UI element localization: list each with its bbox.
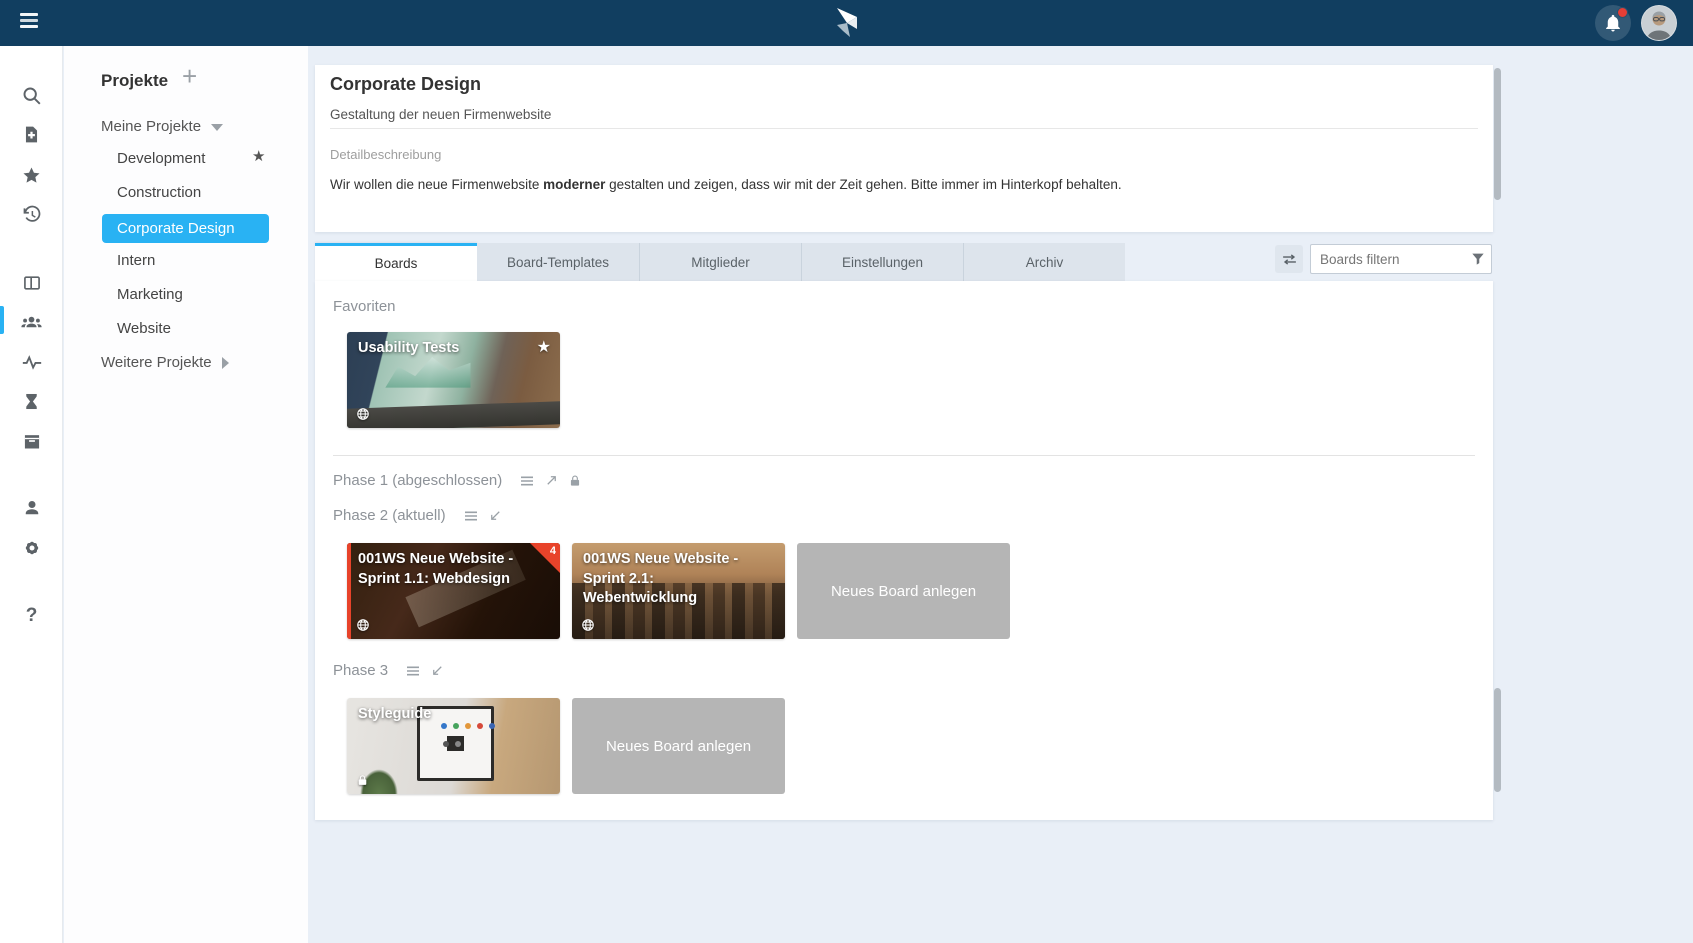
tab-mitglieder[interactable]: Mitglieder [639,243,801,281]
menu-lines-icon[interactable] [463,508,479,524]
tab-boards[interactable]: Boards [315,243,477,281]
tab-archiv[interactable]: Archiv [963,243,1125,281]
board-title: 001WS Neue Website - Sprint 1.1: Webdesi… [358,550,530,589]
tab-label: Mitglieder [691,255,750,270]
icon-rail: ? [0,46,63,943]
group-weitere-projekte[interactable]: Weitere Projekte [101,354,229,371]
add-project-icon[interactable]: + [182,63,197,89]
section-phase-1: Phase 1 (abgeschlossen) [333,472,582,489]
description-post: gestalten und zeigen, dass wir mit der Z… [605,177,1121,192]
app-root: { "colors": { "accent": "#29b2f3", "topb… [0,0,1693,943]
project-star-icon[interactable]: ★ [252,147,265,165]
divider [330,128,1478,129]
lock-icon [356,774,369,787]
project-header-panel: Corporate Design Gestaltung der neuen Fi… [315,65,1493,232]
description-pre: Wir wollen die neue Firmenwebsite [330,177,543,192]
tab-einstellungen[interactable]: Einstellungen [801,243,963,281]
activity-pulse-icon[interactable] [0,350,63,374]
globe-icon [356,407,370,421]
history-icon[interactable] [0,202,63,226]
notification-badge [1617,7,1628,18]
new-board-label: Neues Board anlegen [606,738,751,755]
section-phase-3: Phase 3 [333,662,445,679]
sidebar-item-construction[interactable]: Construction [117,184,201,201]
menu-icon[interactable] [20,13,44,33]
description-bold: moderner [543,177,605,192]
globe-icon [581,618,595,632]
board-card-sprint-2-1[interactable]: 001WS Neue Website - Sprint 2.1: Webentw… [572,543,785,639]
tabs: Boards Board-Templates Mitglieder Einste… [315,243,1125,281]
new-board-button[interactable]: Neues Board anlegen [572,698,785,794]
boards-panel: Favoriten Usability Tests ★ Phase 1 (abg… [315,281,1493,820]
section-favoriten: Favoriten [333,298,396,315]
tab-board-templates[interactable]: Board-Templates [477,243,639,281]
sidebar-item-intern[interactable]: Intern [117,252,155,269]
adjust-sliders-icon[interactable] [1275,245,1303,273]
new-board-label: Neues Board anlegen [831,583,976,600]
add-document-icon[interactable] [0,122,63,146]
board-card-styleguide[interactable]: Styleguide [347,698,560,794]
app-logo-pin-icon[interactable] [834,7,860,39]
board-card-sprint-1-1[interactable]: 001WS Neue Website - Sprint 1.1: Webdesi… [347,543,560,639]
section-title: Favoriten [333,298,396,315]
section-phase-2: Phase 2 (aktuell) [333,507,503,524]
tab-label: Board-Templates [507,255,609,270]
group-label: Weitere Projekte [101,354,212,371]
card-color-stripe [347,543,351,639]
tab-strip: Boards Board-Templates Mitglieder Einste… [315,243,1493,281]
profile-person-icon[interactable] [0,496,63,520]
detail-description-text: Wir wollen die neue Firmenwebsite modern… [330,175,1473,195]
scrollbar-thumb[interactable] [1494,688,1501,792]
pending-hourglass-icon[interactable] [0,389,63,413]
favorites-star-icon[interactable] [0,163,63,187]
page-subtitle: Gestaltung der neuen Firmenwebsite [330,107,551,122]
sidebar-item-corporate-design[interactable]: Corporate Design [102,214,269,243]
section-title: Phase 2 (aktuell) [333,507,446,524]
user-avatar[interactable] [1641,5,1677,41]
projects-title: Projekte [101,71,168,91]
count-badge: 4 [530,543,560,573]
expand-diagonal-icon[interactable] [544,473,559,488]
tab-label: Einstellungen [842,255,923,270]
sidebar-item-website[interactable]: Website [117,320,171,337]
tab-label: Archiv [1026,255,1064,270]
detail-description-label: Detailbeschreibung [330,147,441,162]
funnel-icon[interactable] [1470,251,1486,267]
board-title: Usability Tests [358,339,530,359]
lock-icon [568,474,582,488]
section-title: Phase 3 [333,662,388,679]
menu-lines-icon[interactable] [519,473,535,489]
group-meine-projekte[interactable]: Meine Projekte [101,118,223,135]
sidebar-item-development[interactable]: Development [117,150,205,167]
section-title: Phase 1 (abgeschlossen) [333,472,502,489]
board-card-usability-tests[interactable]: Usability Tests ★ [347,332,560,428]
collapse-diagonal-icon[interactable] [430,663,445,678]
chevron-right-icon [222,357,229,369]
team-users-icon[interactable] [0,310,63,334]
globe-icon [356,618,370,632]
menu-lines-icon[interactable] [405,663,421,679]
collapse-diagonal-icon[interactable] [488,508,503,523]
filter-input-wrap [1310,244,1492,274]
group-label: Meine Projekte [101,118,201,135]
notifications-bell-icon[interactable] [1595,5,1631,41]
favorite-star-icon[interactable]: ★ [537,337,551,357]
tab-label: Boards [375,256,418,271]
boards-filter-input[interactable] [1310,244,1492,274]
board-title: Styleguide [358,705,530,725]
divider [333,455,1475,456]
sidebar-item-marketing[interactable]: Marketing [117,286,183,303]
scrollbar-thumb[interactable] [1494,68,1501,200]
search-icon[interactable] [0,83,63,107]
chevron-down-icon [211,124,223,131]
settings-gear-icon[interactable] [0,536,63,560]
topbar [0,0,1693,46]
projects-sidebar: Projekte + Meine Projekte Development ★ … [64,46,308,943]
help-question-icon[interactable]: ? [0,604,63,628]
page-title: Corporate Design [330,74,481,95]
boards-columns-icon[interactable] [0,271,63,295]
new-board-button[interactable]: Neues Board anlegen [797,543,1010,639]
board-title: 001WS Neue Website - Sprint 2.1: Webentw… [583,550,755,609]
archive-box-icon[interactable] [0,429,63,453]
